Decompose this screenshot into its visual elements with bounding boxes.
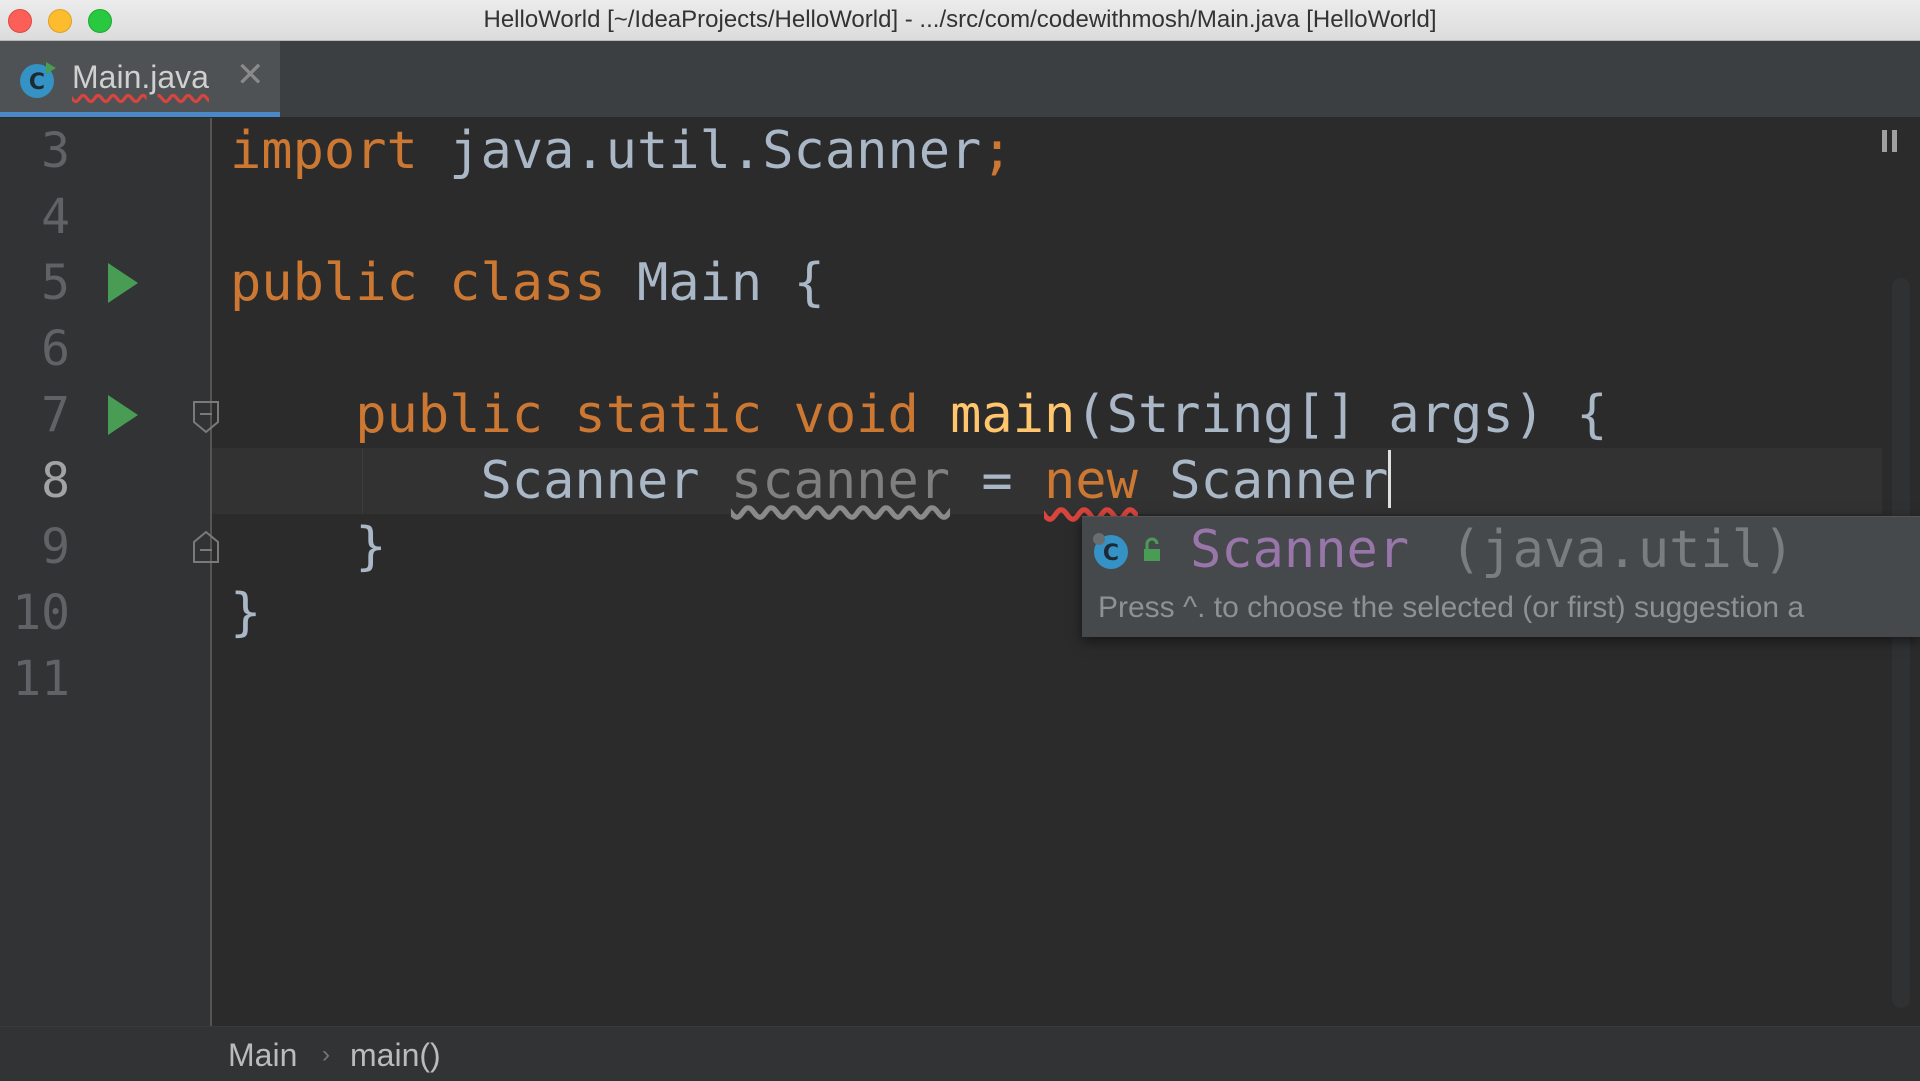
- suggestion-package: (java.util): [1450, 520, 1795, 580]
- import-path: java.util.Scanner: [417, 121, 982, 181]
- suggestion-name: Scanner: [1190, 520, 1410, 580]
- svg-text:C: C: [1103, 541, 1119, 566]
- keyword-new: new: [1044, 451, 1138, 511]
- line-number: 5: [41, 255, 70, 311]
- keyword-public: public: [230, 253, 418, 313]
- code-line-3: import java.util.Scanner;: [230, 118, 1013, 184]
- line-number: 4: [41, 189, 70, 245]
- keyword-class: class: [449, 253, 606, 313]
- tab-label: Main.java: [72, 59, 209, 95]
- completion-item[interactable]: C Scanner (java.util): [1082, 517, 1920, 583]
- unused-variable: scanner: [730, 451, 951, 511]
- gutter: 3 4 5 6 7 8 9 10 11: [0, 118, 219, 1026]
- text-caret: [1388, 450, 1392, 508]
- keyword-public: public: [355, 385, 544, 445]
- close-brace: }: [230, 583, 262, 643]
- window-title: HelloWorld [~/IdeaProjects/HelloWorld] -…: [483, 6, 1437, 33]
- close-tab-icon[interactable]: ✕: [236, 55, 265, 95]
- editor-tab-bar: C Main.java ✕: [0, 41, 1920, 118]
- code-line-5: public class Main {: [230, 250, 825, 316]
- code-line-9: }: [230, 514, 387, 580]
- fold-collapse-icon[interactable]: [192, 400, 220, 434]
- vertical-scrollbar[interactable]: [1892, 278, 1910, 1008]
- semicolon: ;: [981, 121, 1013, 181]
- tab-main-java[interactable]: C Main.java ✕: [0, 41, 280, 117]
- completion-hint: Press ^. to choose the selected (or firs…: [1098, 591, 1805, 624]
- type-name: Scanner: [480, 451, 700, 511]
- line-number: 9: [41, 519, 70, 575]
- keyword-import: import: [230, 121, 418, 181]
- title-bar: HelloWorld [~/IdeaProjects/HelloWorld] -…: [0, 0, 1920, 41]
- code-line-8: Scanner scanner = new Scanner: [230, 448, 1392, 514]
- line-number: 6: [41, 321, 70, 377]
- pause-icon[interactable]: [1880, 128, 1900, 154]
- close-brace: }: [355, 517, 387, 577]
- line-number: 11: [12, 651, 70, 707]
- svg-text:C: C: [29, 70, 45, 95]
- line-number: 10: [12, 585, 70, 641]
- breadcrumb-method[interactable]: main(): [350, 1037, 441, 1074]
- code-line-7: public static void main(String[] args) {: [230, 382, 1608, 448]
- fold-end-icon[interactable]: [192, 530, 220, 564]
- keyword-static: static: [574, 385, 763, 445]
- breadcrumb-class[interactable]: Main: [228, 1037, 297, 1074]
- run-class-icon[interactable]: [108, 263, 138, 303]
- public-access-icon: [1144, 537, 1160, 561]
- code-completion-popup: C Scanner (java.util) Press ^. to choose…: [1082, 516, 1920, 637]
- keyword-void: void: [793, 385, 919, 445]
- method-name: main: [950, 385, 1076, 445]
- line-number: 7: [41, 387, 70, 443]
- java-class-icon: C: [20, 62, 56, 98]
- open-brace: {: [793, 253, 825, 313]
- class-icon: C: [1093, 533, 1128, 569]
- assign-operator: =: [950, 451, 1044, 511]
- class-name: Main: [637, 253, 763, 313]
- line-number: 3: [41, 123, 70, 179]
- line-number-current: 8: [41, 453, 70, 509]
- run-main-icon[interactable]: [108, 395, 138, 435]
- method-params: (String[] args) {: [1075, 385, 1608, 445]
- typed-class-name: Scanner: [1169, 451, 1389, 511]
- breadcrumb: Main › main(): [0, 1026, 1920, 1081]
- breadcrumb-separator-icon: ›: [322, 1041, 330, 1068]
- code-line-10: }: [230, 580, 261, 646]
